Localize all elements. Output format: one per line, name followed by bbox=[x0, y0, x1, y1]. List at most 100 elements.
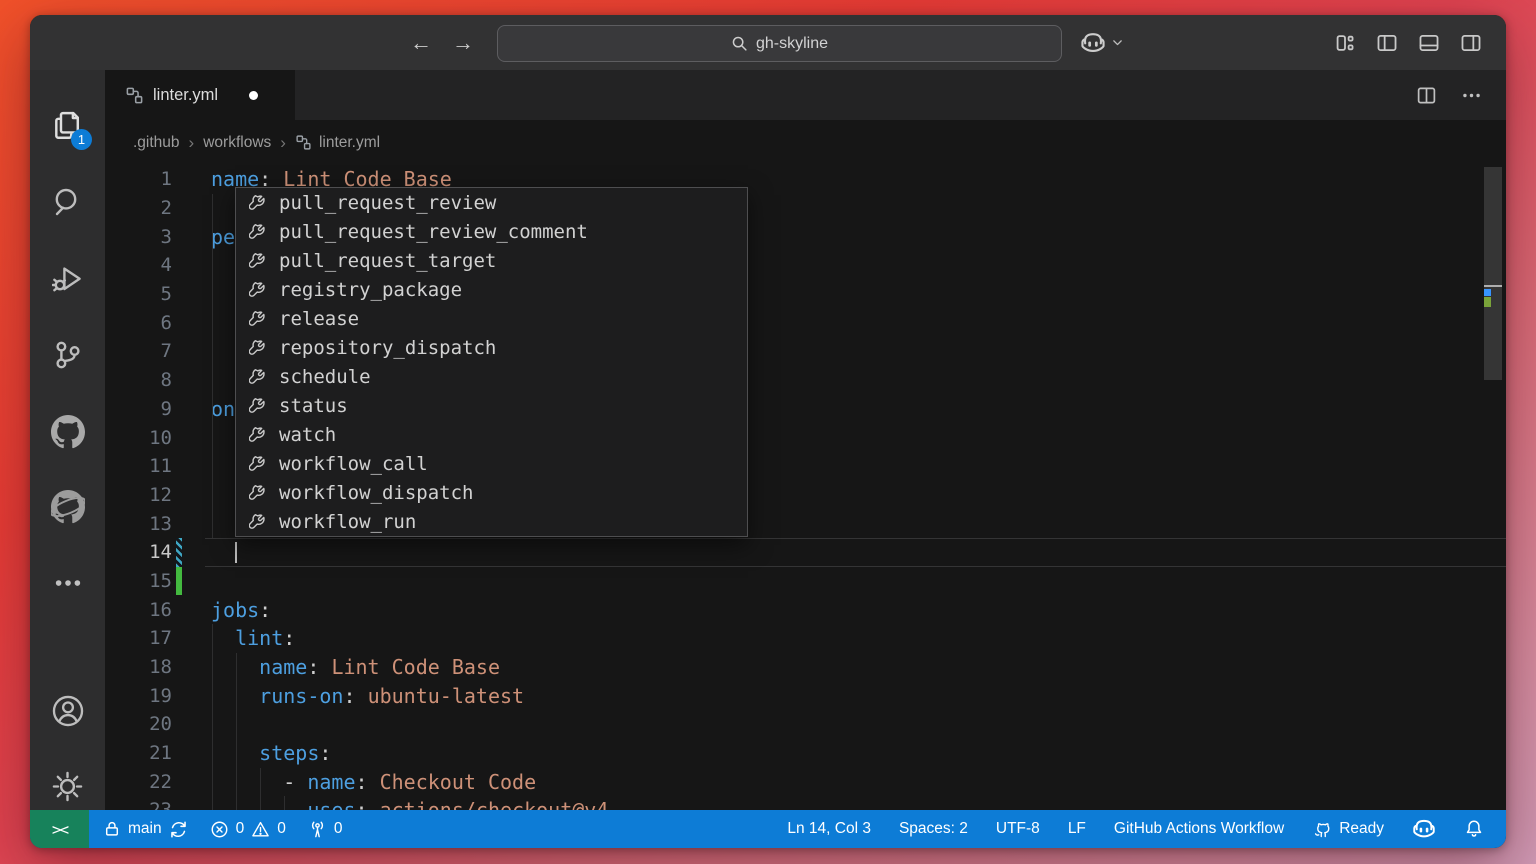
suggest-item[interactable]: repository_dispatch bbox=[236, 333, 747, 362]
code-text: on bbox=[211, 397, 235, 421]
line-number: 19 bbox=[105, 685, 172, 707]
back-arrow-icon[interactable]: ← bbox=[410, 32, 432, 54]
suggest-item[interactable]: watch bbox=[236, 420, 747, 449]
suggest-item[interactable]: schedule bbox=[236, 362, 747, 391]
sidebar-item-search[interactable] bbox=[30, 167, 105, 237]
tab-linter-yml[interactable]: linter.yml bbox=[105, 70, 295, 120]
code-text: name: Lint Code Base bbox=[211, 655, 500, 679]
error-icon bbox=[210, 820, 229, 839]
forward-arrow-icon[interactable]: → bbox=[452, 32, 474, 54]
suggest-item[interactable]: registry_package bbox=[236, 275, 747, 304]
code-line[interactable]: 21 steps: bbox=[105, 739, 1506, 768]
radio-tower-icon bbox=[308, 820, 327, 839]
sidebar-item-github[interactable] bbox=[30, 397, 105, 467]
code-text: runs-on: ubuntu-latest bbox=[211, 684, 524, 708]
code-line[interactable]: 14 bbox=[105, 538, 1506, 567]
remote-indicator[interactable]: >< bbox=[30, 810, 89, 848]
overview-ruler-modified-mark bbox=[1484, 289, 1491, 296]
toggle-panel-icon[interactable] bbox=[1418, 32, 1440, 54]
toggle-secondary-sidebar-icon[interactable] bbox=[1460, 32, 1482, 54]
indentation-status[interactable]: Spaces: 2 bbox=[885, 810, 982, 848]
code-editor[interactable]: 1name: Lint Code Base23pe456789on1011121… bbox=[105, 165, 1506, 810]
ports-status[interactable]: 0 bbox=[297, 810, 354, 848]
code-text: steps: bbox=[211, 741, 331, 765]
chevron-right-icon: › bbox=[280, 133, 286, 153]
copilot-status-label: Ready bbox=[1339, 820, 1384, 838]
warning-icon bbox=[251, 820, 270, 839]
toggle-primary-sidebar-icon[interactable] bbox=[1376, 32, 1398, 54]
run-debug-icon bbox=[52, 263, 84, 295]
indent-guide bbox=[236, 653, 237, 810]
tab-label: linter.yml bbox=[153, 86, 218, 105]
customize-layout-icon[interactable] bbox=[1334, 32, 1356, 54]
indent-guide bbox=[260, 768, 261, 810]
problems-status[interactable]: 0 0 bbox=[199, 810, 297, 848]
suggest-item-label: pull_request_target bbox=[279, 250, 496, 272]
breadcrumb-item-github[interactable]: .github bbox=[133, 134, 180, 152]
cursor-position[interactable]: Ln 14, Col 3 bbox=[773, 810, 885, 848]
code-line[interactable]: 18 name: Lint Code Base bbox=[105, 653, 1506, 682]
status-bar: >< main 0 0 bbox=[30, 810, 1506, 848]
git-gutter-added bbox=[176, 567, 182, 596]
sidebar-item-explorer[interactable]: 1 bbox=[30, 90, 105, 160]
explorer-badge: 1 bbox=[71, 129, 92, 150]
bell-icon bbox=[1464, 819, 1484, 839]
copilot-button[interactable] bbox=[1398, 810, 1450, 848]
copilot-ready-status[interactable]: Ready bbox=[1298, 810, 1398, 848]
suggest-list: pull_request_review pull_request_review_… bbox=[236, 188, 747, 536]
wrench-icon bbox=[249, 280, 268, 299]
suggest-item-label: schedule bbox=[279, 366, 371, 388]
line-number: 4 bbox=[105, 254, 172, 276]
cursor-position-label: Ln 14, Col 3 bbox=[787, 820, 871, 838]
suggest-item[interactable]: workflow_call bbox=[236, 449, 747, 478]
encoding-status[interactable]: UTF-8 bbox=[982, 810, 1054, 848]
line-number: 11 bbox=[105, 455, 172, 477]
branch-status[interactable]: main bbox=[89, 810, 199, 848]
sidebar-item-github-actions[interactable] bbox=[30, 472, 105, 542]
github-icon bbox=[51, 415, 85, 449]
breadcrumb-item-file[interactable]: linter.yml bbox=[295, 134, 380, 152]
encoding-label: UTF-8 bbox=[996, 820, 1040, 838]
suggest-item[interactable]: pull_request_review_comment bbox=[236, 217, 747, 246]
vertical-scrollbar[interactable] bbox=[1484, 167, 1502, 380]
sidebar-item-more-views[interactable] bbox=[30, 548, 105, 618]
account-button[interactable] bbox=[30, 676, 105, 746]
eol-status[interactable]: LF bbox=[1054, 810, 1100, 848]
suggest-item-label: status bbox=[279, 395, 348, 417]
sidebar-item-run-debug[interactable] bbox=[30, 244, 105, 314]
suggest-item-label: workflow_call bbox=[279, 453, 428, 475]
editor-area: linter.yml .github › workflows › bbox=[105, 70, 1506, 810]
more-actions-icon[interactable] bbox=[1461, 85, 1482, 106]
code-line[interactable]: 17 lint: bbox=[105, 624, 1506, 653]
search-icon bbox=[52, 186, 84, 218]
warning-count: 0 bbox=[277, 820, 286, 838]
code-line[interactable]: 23 uses: actions/checkout@v4 bbox=[105, 796, 1506, 810]
split-editor-icon[interactable] bbox=[1416, 85, 1437, 106]
code-line[interactable]: 19 runs-on: ubuntu-latest bbox=[105, 681, 1506, 710]
suggest-item[interactable]: release bbox=[236, 304, 747, 333]
sidebar-item-source-control[interactable] bbox=[30, 320, 105, 390]
line-number: 3 bbox=[105, 226, 172, 248]
code-line[interactable]: 20 bbox=[105, 710, 1506, 739]
suggest-item[interactable]: workflow_run bbox=[236, 507, 747, 536]
ellipsis-icon bbox=[53, 568, 83, 598]
copilot-menu[interactable] bbox=[1080, 15, 1124, 70]
suggest-item[interactable]: workflow_dispatch bbox=[236, 478, 747, 507]
suggest-item[interactable]: pull_request_review bbox=[236, 188, 747, 217]
command-center-search[interactable]: gh-skyline bbox=[497, 25, 1062, 62]
line-number: 7 bbox=[105, 340, 172, 362]
code-line[interactable]: 16jobs: bbox=[105, 595, 1506, 624]
breadcrumb-item-workflows[interactable]: workflows bbox=[203, 134, 271, 152]
account-icon bbox=[51, 694, 85, 728]
modified-indicator[interactable] bbox=[249, 91, 258, 100]
suggest-item[interactable]: pull_request_target bbox=[236, 246, 747, 275]
language-mode[interactable]: GitHub Actions Workflow bbox=[1100, 810, 1298, 848]
suggest-item[interactable]: status bbox=[236, 391, 747, 420]
indent-guide bbox=[212, 624, 213, 810]
code-line[interactable]: 22 - name: Checkout Code bbox=[105, 767, 1506, 796]
wrench-icon bbox=[249, 338, 268, 357]
code-line[interactable]: 15 bbox=[105, 567, 1506, 596]
chevron-down-icon bbox=[1111, 36, 1124, 49]
github-actions-icon bbox=[51, 490, 85, 524]
notifications-button[interactable] bbox=[1450, 810, 1498, 848]
